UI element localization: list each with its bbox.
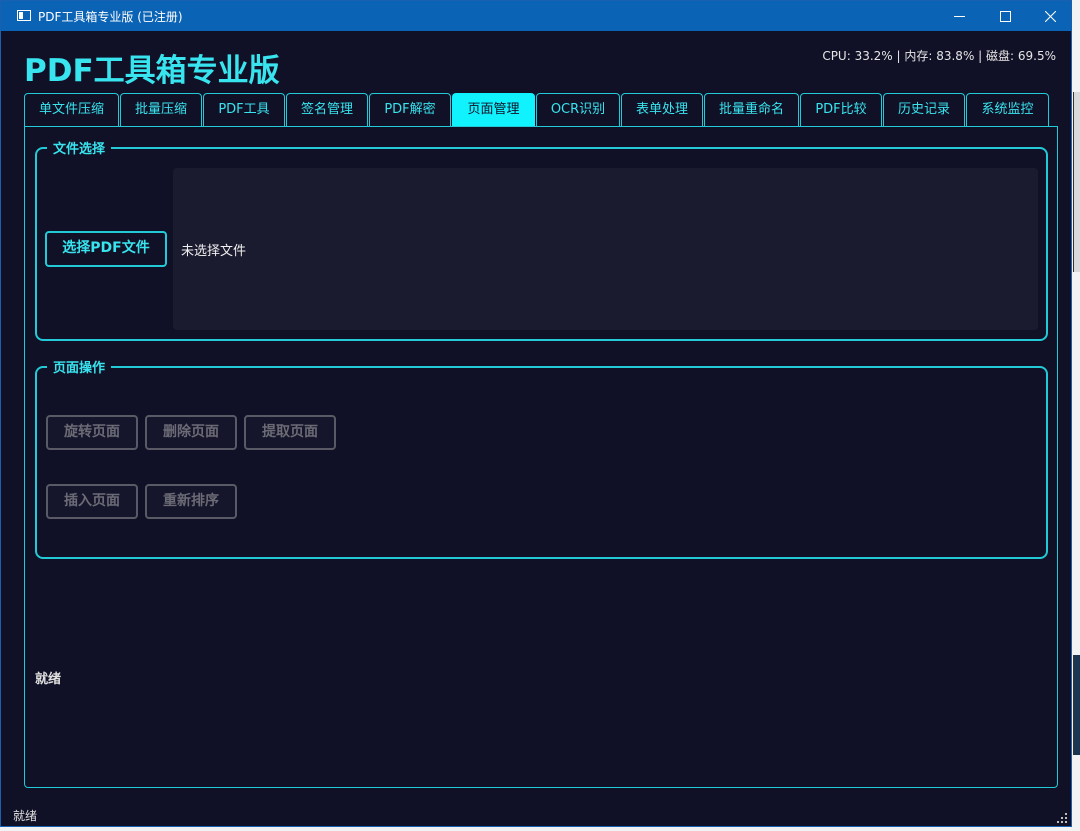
- tab-form[interactable]: 表单处理: [621, 93, 703, 126]
- maximize-button[interactable]: [982, 1, 1028, 31]
- tab-pdf-tools[interactable]: PDF工具: [203, 93, 285, 126]
- minimize-icon: [953, 16, 965, 17]
- tab-pdf-decrypt[interactable]: PDF解密: [369, 93, 451, 126]
- tab-batch-compress[interactable]: 批量压缩: [120, 93, 202, 126]
- window-title: PDF工具箱专业版 (已注册): [38, 10, 183, 24]
- title-bar[interactable]: PDF工具箱专业版 (已注册): [1, 1, 1071, 31]
- select-pdf-button[interactable]: 选择PDF文件: [45, 231, 167, 267]
- rotate-page-button[interactable]: 旋转页面: [46, 415, 138, 450]
- minimize-button[interactable]: [936, 1, 982, 31]
- page-ops-group: 页面操作 旋转页面 删除页面 提取页面 插入页面 重新排序: [35, 357, 1048, 559]
- page-ops-group-title: 页面操作: [47, 357, 112, 376]
- app-title: PDF工具箱专业版: [24, 53, 280, 89]
- file-status-text: 未选择文件: [181, 244, 247, 259]
- tab-single-compress[interactable]: 单文件压缩: [24, 93, 119, 126]
- close-button[interactable]: [1027, 1, 1073, 31]
- delete-page-button[interactable]: 删除页面: [145, 415, 237, 450]
- insert-page-button[interactable]: 插入页面: [46, 484, 138, 519]
- resize-grip-icon[interactable]: [1057, 813, 1067, 823]
- tab-batch-rename[interactable]: 批量重命名: [704, 93, 799, 126]
- tab-history[interactable]: 历史记录: [883, 93, 965, 126]
- file-select-group: 文件选择 选择PDF文件 未选择文件: [35, 138, 1048, 341]
- tab-page-manage[interactable]: 页面管理: [452, 93, 535, 126]
- background-window-edge: [1073, 92, 1080, 272]
- file-select-group-title: 文件选择: [47, 138, 112, 157]
- tab-signature[interactable]: 签名管理: [286, 93, 368, 126]
- background-window-edge-lower: [1073, 655, 1080, 755]
- tab-system-monitor[interactable]: 系统监控: [966, 93, 1049, 126]
- reorder-pages-button[interactable]: 重新排序: [145, 484, 237, 519]
- maximize-icon: [999, 11, 1011, 22]
- tab-ocr[interactable]: OCR识别: [536, 93, 620, 126]
- status-bar-text: 就绪: [13, 809, 38, 823]
- system-stats: CPU: 33.2% | 内存: 83.8% | 磁盘: 69.5%: [822, 49, 1056, 63]
- tab-pdf-compare[interactable]: PDF比较: [800, 93, 882, 126]
- app-window: PDF工具箱专业版 (已注册) PDF工具箱专业版 CPU: 33.2% | 内…: [0, 0, 1072, 827]
- close-icon: [1044, 11, 1056, 22]
- file-display: 未选择文件: [173, 168, 1038, 330]
- status-label: 就绪: [35, 672, 62, 687]
- extract-page-button[interactable]: 提取页面: [244, 415, 336, 450]
- app-window-icon: [17, 10, 31, 21]
- tab-panel-page-manage: 文件选择 选择PDF文件 未选择文件 页面操作 旋转页面 删除页面 提取页面 插…: [24, 126, 1058, 788]
